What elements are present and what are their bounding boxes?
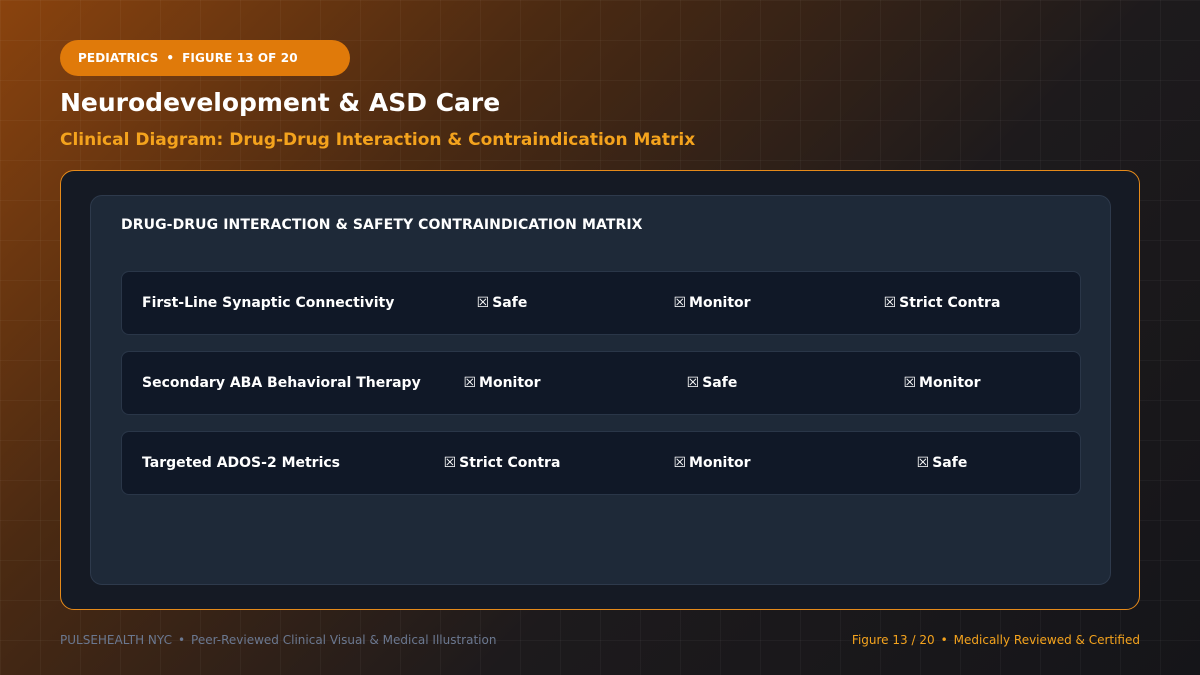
cell-status: Safe [932, 455, 968, 471]
footer-certification: Medically Reviewed & Certified [953, 633, 1140, 647]
matrix-cell: ☒ Safe [612, 352, 812, 414]
row-label: Targeted ADOS-2 Metrics [142, 455, 341, 471]
footer-credits: PULSEHEALTH NYC • Peer-Reviewed Clinical V… [60, 633, 496, 647]
matrix-card: DRUG-DRUG INTERACTION & SAFETY CONTRAIND… [90, 195, 1111, 585]
category-badge: PEDIATRICS • FIGURE 13 OF 20 [60, 40, 350, 76]
checkbox-x-icon: ☒ [673, 295, 687, 311]
row-label: First-Line Synaptic Connectivity [142, 295, 395, 311]
category-label: PEDIATRICS [78, 51, 159, 65]
checkbox-x-icon: ☒ [443, 455, 457, 471]
cell-status: Safe [492, 295, 528, 311]
cell-status: Monitor [479, 375, 541, 391]
cell-status: Monitor [689, 295, 751, 311]
checkbox-x-icon: ☒ [476, 295, 490, 311]
page-subtitle: Clinical Diagram: Drug-Drug Interaction … [60, 130, 696, 150]
matrix-cell: ☒ Monitor [402, 352, 602, 414]
row-label: Secondary ABA Behavioral Therapy [142, 375, 421, 391]
matrix-cell: ☒ Safe [842, 432, 1042, 494]
footer-tagline: Peer-Reviewed Clinical Visual & Medical … [191, 633, 497, 647]
footer-figure: Figure 13 / 20 [851, 633, 935, 647]
cell-status: Strict Contra [459, 455, 561, 471]
matrix-cell: ☒ Safe [402, 272, 602, 334]
footer-brand: PULSEHEALTH NYC [60, 633, 172, 647]
matrix-cell: ☒ Strict Contra [842, 272, 1042, 334]
matrix-title: DRUG-DRUG INTERACTION & SAFETY CONTRAIND… [121, 217, 643, 233]
checkbox-x-icon: ☒ [916, 455, 930, 471]
checkbox-x-icon: ☒ [903, 375, 917, 391]
footer-separator: • [177, 633, 186, 647]
checkbox-x-icon: ☒ [883, 295, 897, 311]
footer-separator: • [940, 633, 948, 647]
footer-figure-info: Figure 13 / 20 • Medically Reviewed & Cert… [852, 633, 1140, 647]
matrix-row: First-Line Synaptic Connectivity ☒ Safe ☒… [121, 271, 1081, 335]
checkbox-x-icon: ☒ [686, 375, 700, 391]
cell-status: Safe [702, 375, 738, 391]
matrix-cell: ☒ Monitor [842, 352, 1042, 414]
matrix-cell: ☒ Monitor [612, 272, 812, 334]
matrix-cell: ☒ Strict Contra [402, 432, 602, 494]
cell-status: Strict Contra [899, 295, 1001, 311]
figure-label: FIGURE 13 OF 20 [182, 51, 298, 65]
matrix-row: Secondary ABA Behavioral Therapy ☒ Monito… [121, 351, 1081, 415]
matrix-row: Targeted ADOS-2 Metrics ☒ Strict Contra ☒… [121, 431, 1081, 495]
badge-separator: • [166, 51, 175, 65]
matrix-cell: ☒ Monitor [612, 432, 812, 494]
page-title: Neurodevelopment & ASD Care [60, 88, 501, 117]
checkbox-x-icon: ☒ [463, 375, 477, 391]
cell-status: Monitor [919, 375, 981, 391]
checkbox-x-icon: ☒ [673, 455, 687, 471]
cell-status: Monitor [689, 455, 751, 471]
diagram-panel: DRUG-DRUG INTERACTION & SAFETY CONTRAIND… [60, 170, 1140, 610]
